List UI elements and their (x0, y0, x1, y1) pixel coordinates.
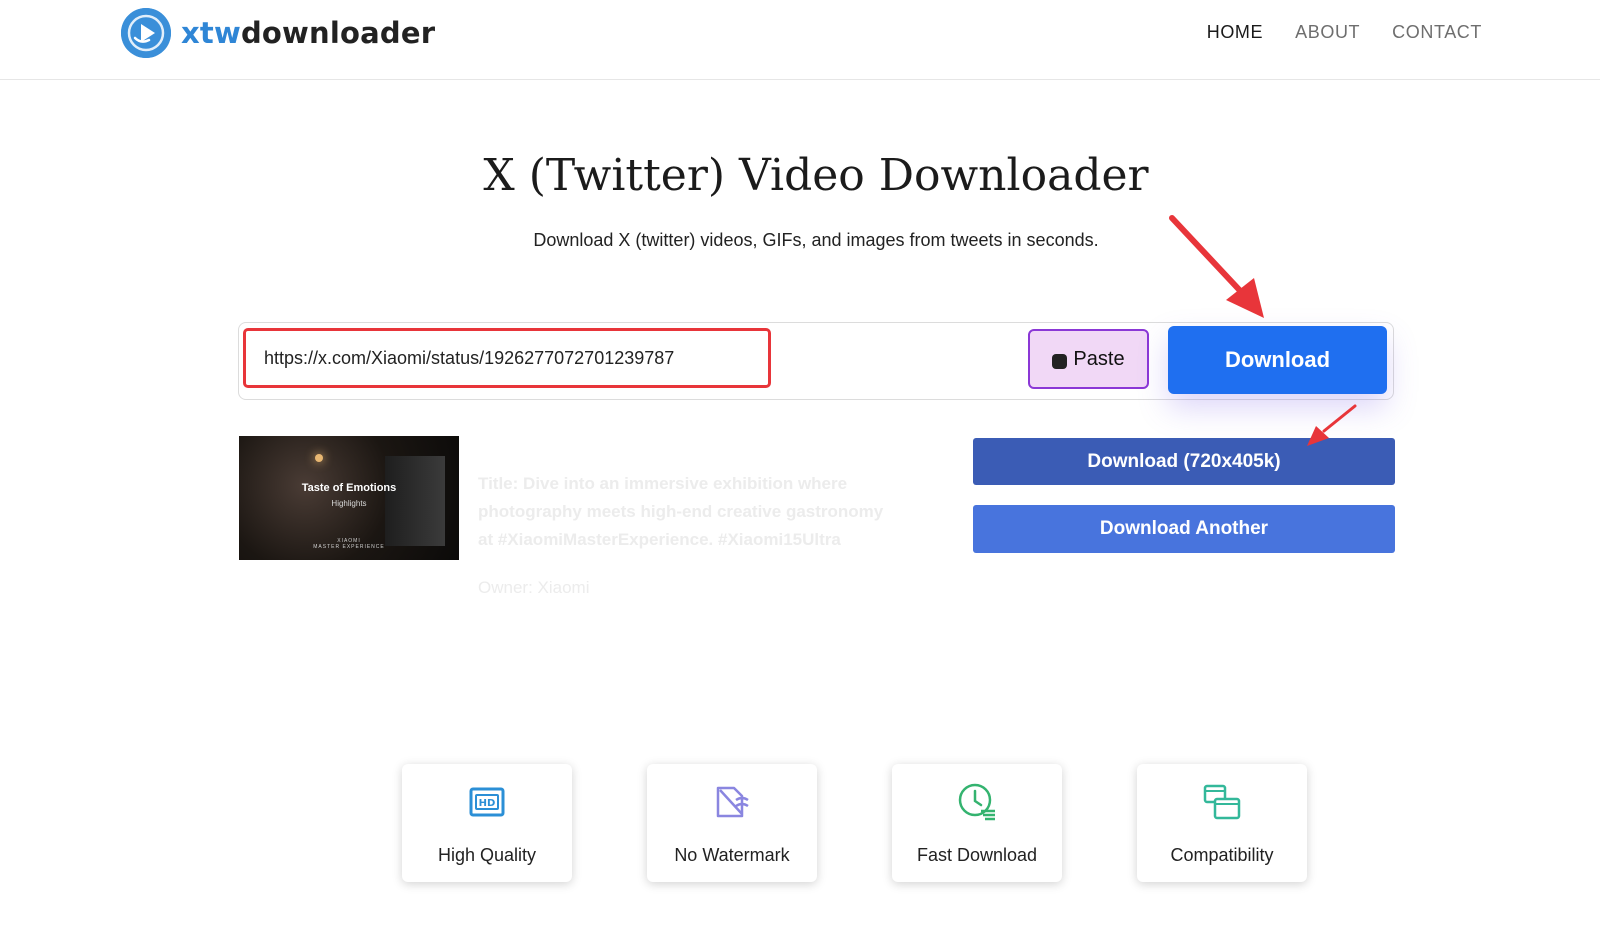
download-720-button[interactable]: Download (720x405k) (973, 438, 1395, 485)
video-owner: Owner: Xiaomi (478, 578, 590, 598)
page-subtitle: Download X (twitter) videos, GIFs, and i… (533, 230, 1099, 250)
feature-card-high-quality: HD High Quality (402, 764, 572, 882)
thumbnail-lamp (315, 454, 323, 462)
site-logo[interactable]: xtwdownloader (121, 8, 435, 58)
hd-icon: HD (469, 787, 505, 817)
thumbnail-brand-line2: MASTER EXPERIENCE (313, 544, 385, 550)
thumbnail-subtitle: Highlights (331, 499, 367, 508)
feature-card-no-watermark: No Watermark (647, 764, 817, 882)
feature-card-compatibility: Compatibility (1137, 764, 1307, 882)
nav-home[interactable]: HOME (1207, 22, 1263, 43)
video-title-label: Title: (478, 474, 519, 493)
video-owner-label: Owner: (478, 578, 533, 597)
logo-text-accent: xtw (181, 16, 241, 50)
logo-text: xtwdownloader (181, 16, 435, 50)
feature-label: Fast Download (916, 845, 1038, 865)
devices-icon (1203, 784, 1241, 820)
feature-label: No Watermark (674, 845, 790, 865)
paste-button-label: Paste (1073, 347, 1125, 370)
video-title: Title: Dive into an immersive exhibition… (478, 470, 898, 554)
download-another-button[interactable]: Download Another (973, 505, 1395, 553)
video-owner-text: Xiaomi (537, 578, 590, 597)
main-nav: HOME ABOUT CONTACT (1207, 22, 1482, 43)
logo-text-main: downloader (240, 16, 436, 50)
feature-card-fast-download: Fast Download (892, 764, 1062, 882)
feature-label: Compatibility (1170, 845, 1274, 865)
clock-fast-icon (958, 783, 995, 821)
clipboard-icon (1052, 353, 1068, 369)
thumbnail-brand: XIAOMI MASTER EXPERIENCE (239, 538, 459, 550)
video-title-text: Dive into an immersive exhibition where … (478, 474, 884, 549)
download-button[interactable]: Download (1168, 326, 1387, 394)
svg-text:HD: HD (479, 798, 496, 809)
site-header: xtwdownloader HOME ABOUT CONTACT (0, 0, 1600, 80)
url-input[interactable]: https://x.com/Xiaomi/status/192627707270… (243, 328, 771, 388)
video-thumbnail: Taste of Emotions Highlights XIAOMI MASTE… (239, 436, 459, 560)
page-title: X (Twitter) Video Downloader (483, 150, 1149, 201)
logo-play-icon (121, 8, 171, 58)
no-watermark-icon (716, 786, 749, 818)
paste-button[interactable]: Paste (1028, 329, 1149, 389)
url-input-bar: https://x.com/Xiaomi/status/192627707270… (238, 322, 1394, 400)
feature-label: High Quality (437, 845, 537, 865)
nav-contact[interactable]: CONTACT (1392, 22, 1482, 43)
nav-about[interactable]: ABOUT (1295, 22, 1360, 43)
thumbnail-title: Taste of Emotions (301, 482, 397, 494)
